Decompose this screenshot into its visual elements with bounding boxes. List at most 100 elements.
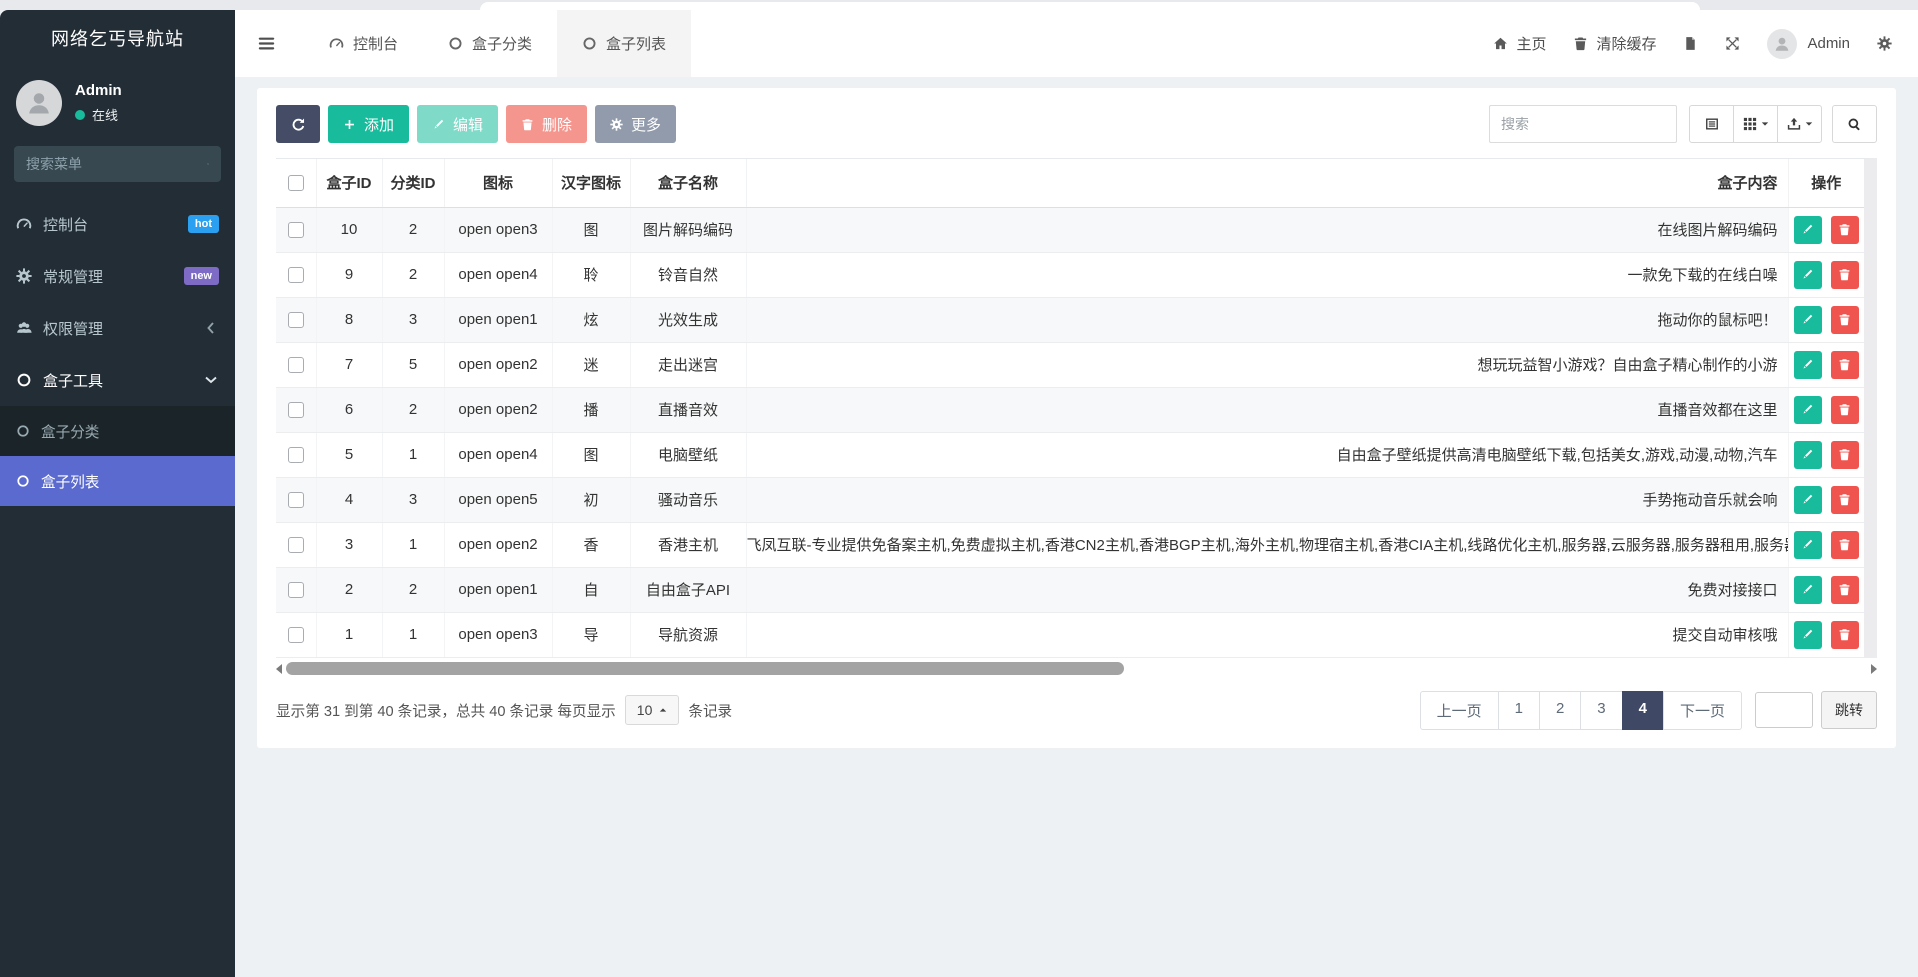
- browser-tab-shape: [480, 2, 1700, 10]
- hamburger-icon: [257, 34, 276, 53]
- row-edit-button[interactable]: [1794, 441, 1822, 469]
- clear-cache-link[interactable]: 清除缓存: [1573, 33, 1656, 54]
- edit-button[interactable]: 编辑: [417, 105, 498, 143]
- pencil-icon: [1801, 358, 1814, 371]
- fullscreen-button[interactable]: [1725, 36, 1740, 51]
- row-delete-button[interactable]: [1831, 261, 1859, 289]
- jump-page-input[interactable]: [1755, 692, 1813, 728]
- row-delete-button[interactable]: [1831, 351, 1859, 379]
- export-button[interactable]: [1777, 105, 1822, 143]
- row-checkbox[interactable]: [288, 312, 304, 328]
- scroll-left-arrow[interactable]: [276, 664, 282, 674]
- home-link[interactable]: 主页: [1493, 33, 1546, 54]
- row-select-cell: [276, 432, 316, 477]
- prev-page-button[interactable]: 上一页: [1420, 691, 1499, 730]
- row-edit-button[interactable]: [1794, 261, 1822, 289]
- delete-button[interactable]: 删除: [506, 105, 587, 143]
- cell-box-id: 3: [316, 522, 382, 567]
- row-delete-button[interactable]: [1831, 486, 1859, 514]
- column-header-box-id[interactable]: 盒子ID: [316, 159, 382, 207]
- row-delete-button[interactable]: [1831, 396, 1859, 424]
- row-edit-button[interactable]: [1794, 306, 1822, 334]
- page-button-4-active[interactable]: 4: [1622, 691, 1664, 730]
- docs-button[interactable]: [1683, 36, 1698, 51]
- cell-box-id: 4: [316, 477, 382, 522]
- page-button-3[interactable]: 3: [1580, 691, 1622, 730]
- row-edit-button[interactable]: [1794, 216, 1822, 244]
- row-checkbox[interactable]: [288, 537, 304, 553]
- row-checkbox[interactable]: [288, 447, 304, 463]
- scrollbar-thumb[interactable]: [286, 662, 1124, 675]
- page-size-dropdown[interactable]: 10: [625, 695, 680, 725]
- row-edit-button[interactable]: [1794, 396, 1822, 424]
- refresh-button[interactable]: [276, 105, 320, 143]
- cell-box-id: 5: [316, 432, 382, 477]
- column-header-box-content[interactable]: 盒子内容: [746, 159, 1788, 207]
- column-header-icon[interactable]: 图标: [444, 159, 552, 207]
- trash-icon: [521, 118, 534, 131]
- sidebar-item-box-list[interactable]: 盒子列表: [0, 456, 235, 506]
- row-delete-button[interactable]: [1831, 531, 1859, 559]
- jump-button[interactable]: 跳转: [1821, 691, 1877, 729]
- tab-box-list[interactable]: 盒子列表: [557, 10, 691, 77]
- table-search-input[interactable]: [1489, 105, 1677, 143]
- row-checkbox[interactable]: [288, 357, 304, 373]
- sidebar-toggle-button[interactable]: [235, 10, 298, 77]
- column-header-category-id[interactable]: 分类ID: [382, 159, 444, 207]
- sidebar-item-auth[interactable]: 权限管理: [0, 302, 235, 354]
- sidebar-search-input[interactable]: [26, 156, 207, 172]
- row-delete-button[interactable]: [1831, 576, 1859, 604]
- row-delete-button[interactable]: [1831, 306, 1859, 334]
- sidebar-item-box-tools[interactable]: 盒子工具: [0, 354, 235, 406]
- cell-box-id: 10: [316, 207, 382, 252]
- page-button-2[interactable]: 2: [1539, 691, 1581, 730]
- row-delete-button[interactable]: [1831, 621, 1859, 649]
- cell-box-content: 飞凤互联-专业提供免备案主机,免费虚拟主机,香港CN2主机,香港BGP主机,海外…: [746, 522, 1788, 567]
- user-menu[interactable]: Admin: [1767, 29, 1850, 59]
- row-checkbox[interactable]: [288, 582, 304, 598]
- row-checkbox[interactable]: [288, 402, 304, 418]
- list-view-icon: [1705, 117, 1719, 131]
- settings-button[interactable]: [1877, 36, 1892, 51]
- row-checkbox[interactable]: [288, 492, 304, 508]
- scrollbar-track[interactable]: [286, 662, 1867, 676]
- pagination-bar: 显示第 31 到第 40 条记录，总共 40 条记录 每页显示 10 条记录 上…: [276, 691, 1877, 730]
- row-select-cell: [276, 207, 316, 252]
- page-button-1[interactable]: 1: [1498, 691, 1540, 730]
- row-checkbox[interactable]: [288, 222, 304, 238]
- row-edit-button[interactable]: [1794, 576, 1822, 604]
- sidebar-menu: 控制台 hot 常规管理 new 权限管理 盒子工具 盒子: [0, 198, 235, 506]
- cell-box-name: 直播音效: [630, 387, 746, 432]
- tab-box-category[interactable]: 盒子分类: [423, 10, 557, 77]
- scroll-right-arrow[interactable]: [1871, 664, 1877, 674]
- person-icon: [25, 89, 53, 117]
- sidebar-item-box-category[interactable]: 盒子分类: [0, 406, 235, 456]
- column-header-box-name[interactable]: 盒子名称: [630, 159, 746, 207]
- row-checkbox[interactable]: [288, 627, 304, 643]
- detail-view-button[interactable]: [1689, 105, 1734, 143]
- sidebar-item-dashboard[interactable]: 控制台 hot: [0, 198, 235, 250]
- search-toggle-button[interactable]: [1832, 105, 1877, 143]
- sidebar-item-general[interactable]: 常规管理 new: [0, 250, 235, 302]
- more-button[interactable]: 更多: [595, 105, 676, 143]
- chevron-left-icon: [203, 320, 219, 336]
- tab-dashboard[interactable]: 控制台: [304, 10, 423, 77]
- select-all-checkbox[interactable]: [288, 175, 304, 191]
- users-icon: [16, 320, 32, 336]
- add-button[interactable]: 添加: [328, 105, 409, 143]
- row-edit-button[interactable]: [1794, 531, 1822, 559]
- home-icon: [1493, 36, 1508, 51]
- row-edit-button[interactable]: [1794, 621, 1822, 649]
- cell-category-id: 2: [382, 252, 444, 297]
- row-checkbox[interactable]: [288, 267, 304, 283]
- column-header-hanzi-icon[interactable]: 汉字图标: [552, 159, 630, 207]
- row-delete-button[interactable]: [1831, 216, 1859, 244]
- cell-box-id: 1: [316, 612, 382, 657]
- columns-button[interactable]: [1733, 105, 1778, 143]
- browser-chrome-strip: [0, 0, 1918, 10]
- row-edit-button[interactable]: [1794, 351, 1822, 379]
- next-page-button[interactable]: 下一页: [1663, 691, 1742, 730]
- row-edit-button[interactable]: [1794, 486, 1822, 514]
- cell-box-content: 想玩玩益智小游戏？自由盒子精心制作的小游: [746, 342, 1788, 387]
- row-delete-button[interactable]: [1831, 441, 1859, 469]
